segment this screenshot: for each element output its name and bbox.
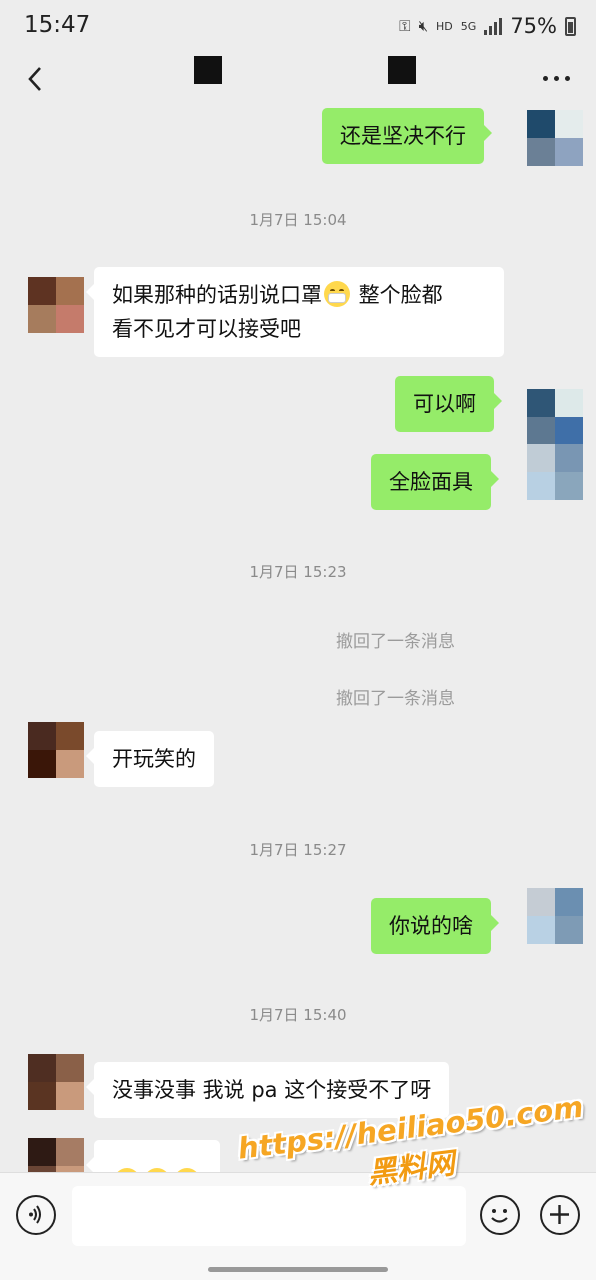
battery-percent: 75% xyxy=(510,14,557,38)
message-bubble-outgoing[interactable]: 还是坚决不行 xyxy=(322,108,492,164)
avatar-self[interactable] xyxy=(527,389,583,445)
message-bubble-incoming[interactable]: 没事没事 我说 pa 这个接受不了呀 xyxy=(85,1062,450,1118)
mask-face-emoji xyxy=(324,281,350,307)
status-bar: 15:47 ⚿ 🔇︎ HD 5G 75% xyxy=(0,0,596,52)
voice-icon[interactable] xyxy=(16,1195,56,1235)
timestamp: 1月7日 15:40 xyxy=(249,1006,347,1024)
avatar-contact[interactable] xyxy=(28,1054,84,1110)
timestamp: 1月7日 15:23 xyxy=(249,563,347,581)
mute-icon: 🔇︎ xyxy=(418,17,429,35)
redacted-name-block xyxy=(388,56,416,84)
message-bubble-outgoing[interactable]: 全脸面具 xyxy=(371,454,499,510)
message-text: 还是坚决不行 xyxy=(340,124,466,148)
more-dots-icon[interactable] xyxy=(543,76,570,81)
avatar-self[interactable] xyxy=(527,444,583,500)
message-bubble-incoming[interactable]: 如果那种的话别说口罩 整个脸都 看不见才可以接受吧 xyxy=(86,267,504,357)
avatar-self[interactable] xyxy=(527,110,583,166)
recall-notice: 撤回了一条消息 xyxy=(336,689,455,709)
redacted-name-block xyxy=(194,56,222,84)
message-bubble-outgoing[interactable]: 你说的啥 xyxy=(371,898,499,954)
message-text: 可以啊 xyxy=(413,392,476,416)
message-text: 你说的啥 xyxy=(389,914,473,938)
battery-icon xyxy=(565,16,576,36)
message-bubble-incoming[interactable] xyxy=(86,1140,220,1172)
status-time: 15:47 xyxy=(24,12,91,38)
message-text: 如果那种的话别说口罩 xyxy=(112,283,322,307)
timestamp: 1月7日 15:04 xyxy=(249,211,347,229)
smiley-icon[interactable] xyxy=(480,1195,520,1235)
avatar-self[interactable] xyxy=(527,888,583,944)
network-label: 5G xyxy=(460,19,477,33)
timestamp: 1月7日 15:27 xyxy=(249,841,347,859)
avatar-contact[interactable] xyxy=(28,1138,84,1172)
status-icons: ⚿ 🔇︎ HD 5G 75% xyxy=(399,12,576,40)
signal-icon xyxy=(484,17,503,35)
plus-icon[interactable] xyxy=(540,1195,580,1235)
avatar-contact[interactable] xyxy=(28,722,84,778)
message-text: 全脸面具 xyxy=(389,470,473,494)
message-text: 没事没事 我说 pa 这个接受不了呀 xyxy=(112,1078,432,1102)
chevron-left-icon[interactable] xyxy=(22,64,52,94)
home-indicator[interactable] xyxy=(208,1267,388,1272)
key-icon: ⚿ xyxy=(399,17,411,35)
hd-label: HD xyxy=(436,19,453,33)
message-text: 看不见才可以接受吧 xyxy=(112,317,301,341)
message-list[interactable]: 还是坚决不行 1月7日 15:04 如果那种的话别说口罩 整个脸都 看不见才可以… xyxy=(0,108,596,1172)
message-text: 开玩笑的 xyxy=(112,747,196,771)
message-bubble-outgoing[interactable]: 可以啊 xyxy=(395,376,502,432)
avatar-contact[interactable] xyxy=(28,277,84,333)
chat-header xyxy=(0,52,596,108)
message-text: 整个脸都 xyxy=(352,283,443,307)
message-bubble-incoming[interactable]: 开玩笑的 xyxy=(86,731,214,787)
recall-notice: 撤回了一条消息 xyxy=(336,632,455,652)
